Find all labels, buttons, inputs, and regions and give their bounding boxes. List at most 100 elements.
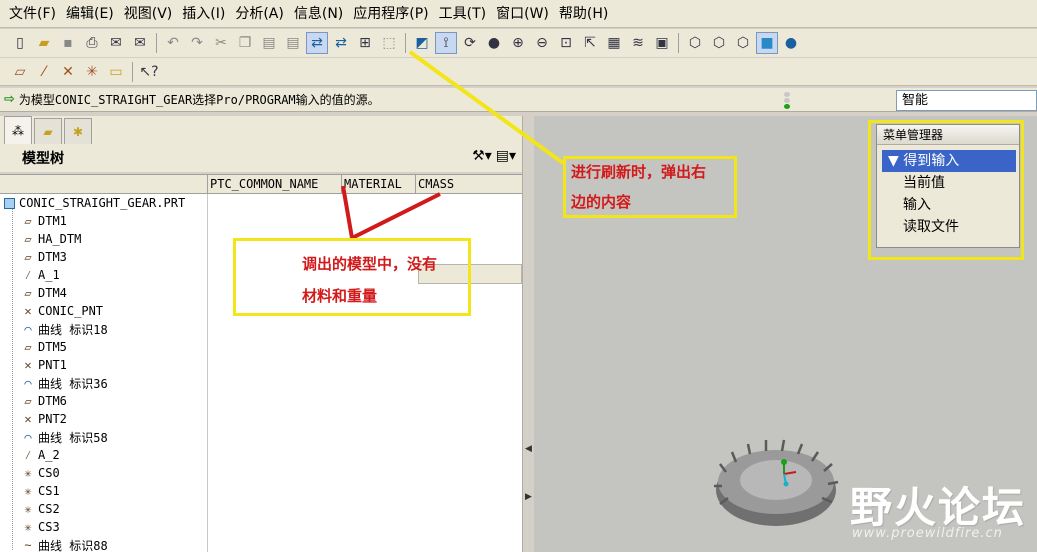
column-material[interactable]: MATERIAL xyxy=(341,175,415,194)
toolbar-separator xyxy=(156,33,157,53)
new-file-icon[interactable]: ▯ xyxy=(9,32,31,54)
menu-analysis[interactable]: 分析(A) xyxy=(230,0,289,28)
undo-icon[interactable]: ↶ xyxy=(162,32,184,54)
settings-icon[interactable]: ⚒▾ xyxy=(472,148,492,164)
column-divider xyxy=(207,194,208,552)
folder-icon: ▰ xyxy=(43,124,53,139)
panel-splitter[interactable]: ◀ ▶ xyxy=(522,116,534,552)
tree-item-label: 曲线 标识88 xyxy=(38,538,108,552)
paste-special-icon[interactable]: ▤ xyxy=(282,32,304,54)
menu-insert[interactable]: 插入(I) xyxy=(177,0,230,28)
tree-item[interactable]: ▱ HA_DTM xyxy=(20,230,81,248)
expand-right-icon[interactable]: ▶ xyxy=(525,492,532,502)
wireframe-icon[interactable]: ⬡ xyxy=(684,32,706,54)
open-folder-icon[interactable]: ▰ xyxy=(33,32,55,54)
message-text: 为模型CONIC_STRAIGHT_GEAR选择Pro/PROGRAM输入的值的… xyxy=(18,93,380,107)
copy-icon[interactable]: ❐ xyxy=(234,32,256,54)
view-manager-icon[interactable]: ▣ xyxy=(651,32,673,54)
select-box-icon[interactable]: ⬚ xyxy=(378,32,400,54)
tab-folder-browser[interactable]: ▰ xyxy=(34,118,62,144)
gear-model[interactable] xyxy=(714,434,844,534)
enhanced-realism-icon[interactable]: ● xyxy=(780,32,802,54)
menu-edit[interactable]: 编辑(E) xyxy=(61,0,119,28)
datum-axis-icon[interactable]: ⁄ xyxy=(33,61,55,83)
regenerate-manager-icon[interactable]: ⇄ xyxy=(330,32,352,54)
part-icon xyxy=(4,197,15,209)
no-hidden-icon[interactable]: ⬡ xyxy=(732,32,754,54)
show-icon[interactable]: ▤▾ xyxy=(496,148,516,164)
datum-point-icon[interactable]: ✕ xyxy=(57,61,79,83)
shading-icon[interactable]: ● xyxy=(483,32,505,54)
tree-item[interactable]: ✕ CONIC_PNT xyxy=(20,302,103,320)
column-ptc-common-name[interactable]: PTC_COMMON_NAME xyxy=(207,175,341,194)
menu-file[interactable]: 文件(F) xyxy=(4,0,61,28)
regenerate-icon[interactable]: ⇄ xyxy=(306,32,328,54)
orient-mode-icon[interactable]: ⟳ xyxy=(459,32,481,54)
tree-root[interactable]: CONIC_STRAIGHT_GEAR.PRT xyxy=(0,194,185,212)
print-icon[interactable]: ⎙ xyxy=(81,32,103,54)
tree-item[interactable]: ▱ DTM3 xyxy=(20,248,67,266)
find-icon[interactable]: ⊞ xyxy=(354,32,376,54)
email-link-icon[interactable]: ✉ xyxy=(129,32,151,54)
save-icon[interactable]: ▪ xyxy=(57,32,79,54)
refit-icon[interactable]: ⊡ xyxy=(555,32,577,54)
curve-icon: ⌒ xyxy=(24,322,32,336)
menu-applications[interactable]: 应用程序(P) xyxy=(348,0,433,28)
tree-item[interactable]: ✕ PNT2 xyxy=(20,410,67,428)
whats-this-icon[interactable]: ↖? xyxy=(138,61,160,83)
navigator-tabs: ⁂ ▰ ✱ xyxy=(0,116,534,144)
tab-favorites[interactable]: ✱ xyxy=(64,118,92,144)
tree-item[interactable]: ✳ CS1 xyxy=(20,482,59,500)
datum-plane-icon[interactable]: ▱ xyxy=(9,61,31,83)
model-tree-header: 模型树 ⚒▾ ▤▾ xyxy=(0,144,522,172)
csys-icon[interactable]: ✳ xyxy=(81,61,103,83)
traffic-light-icon[interactable] xyxy=(778,90,796,110)
redo-icon[interactable]: ↷ xyxy=(186,32,208,54)
datum-point-icon: ✕ xyxy=(24,358,32,372)
menu-help[interactable]: 帮助(H) xyxy=(554,0,613,28)
tree-item[interactable]: ▱ DTM4 xyxy=(20,284,67,302)
tree-item[interactable]: ✕ PNT1 xyxy=(20,356,67,374)
email-icon[interactable]: ✉ xyxy=(105,32,127,54)
hidden-line-icon[interactable]: ⬡ xyxy=(708,32,730,54)
cut-icon[interactable]: ✂ xyxy=(210,32,232,54)
tree-item[interactable]: ▱ DTM1 xyxy=(20,212,67,230)
curve-icon: ⌒ xyxy=(24,430,32,444)
tree-item[interactable]: ⁄ A_1 xyxy=(20,266,60,284)
tree-item-label: A_1 xyxy=(38,268,60,282)
toolbar-separator xyxy=(132,61,133,82)
menu-tools[interactable]: 工具(T) xyxy=(434,0,491,28)
reorient-icon[interactable]: ⇱ xyxy=(579,32,601,54)
repaint-icon[interactable]: ◩ xyxy=(411,32,433,54)
watermark-url: www.proewildfire.cn xyxy=(852,526,1003,541)
zoom-out-icon[interactable]: ⊖ xyxy=(531,32,553,54)
tree-item[interactable]: ⌒ 曲线 标识58 xyxy=(20,428,107,446)
tree-item[interactable]: ⌒ 曲线 标识36 xyxy=(20,374,107,392)
tree-item[interactable]: ✳ CS2 xyxy=(20,500,59,518)
annotation-icon[interactable]: ▭ xyxy=(105,61,127,83)
refresh-note-line-2: 边的内容 xyxy=(571,193,632,211)
menu-window[interactable]: 窗口(W) xyxy=(491,0,554,28)
saved-views-icon[interactable]: ▦ xyxy=(603,32,625,54)
filter-select[interactable]: 智能 xyxy=(896,90,1037,111)
tree-item[interactable]: ▱ DTM5 xyxy=(20,338,67,356)
tree-item[interactable]: ⁄ A_2 xyxy=(20,446,59,464)
tree-item[interactable]: ⌒ 曲线 标识18 xyxy=(20,320,107,338)
spin-center-icon[interactable]: ⟟ xyxy=(435,32,457,54)
shaded-icon[interactable]: ■ xyxy=(756,32,778,54)
tab-model-tree[interactable]: ⁂ xyxy=(4,116,32,144)
menu-bar: 文件(F) 编辑(E) 视图(V) 插入(I) 分析(A) 信息(N) 应用程序… xyxy=(0,0,1037,28)
tree-item[interactable]: ✳ CS0 xyxy=(20,464,59,482)
paste-icon[interactable]: ▤ xyxy=(258,32,280,54)
csys-icon: ✳ xyxy=(24,466,32,480)
tree-item[interactable]: ✳ CS3 xyxy=(20,518,59,536)
tree-item[interactable]: ∼ 曲线 标识88 xyxy=(20,536,108,552)
column-cmass[interactable]: CMASS xyxy=(415,175,522,194)
zoom-in-icon[interactable]: ⊕ xyxy=(507,32,529,54)
layers-icon[interactable]: ≋ xyxy=(627,32,649,54)
tree-guide-line xyxy=(12,204,13,550)
tree-item[interactable]: ▱ DTM6 xyxy=(20,392,67,410)
collapse-left-icon[interactable]: ◀ xyxy=(525,444,532,454)
menu-info[interactable]: 信息(N) xyxy=(289,0,348,28)
menu-view[interactable]: 视图(V) xyxy=(119,0,178,28)
